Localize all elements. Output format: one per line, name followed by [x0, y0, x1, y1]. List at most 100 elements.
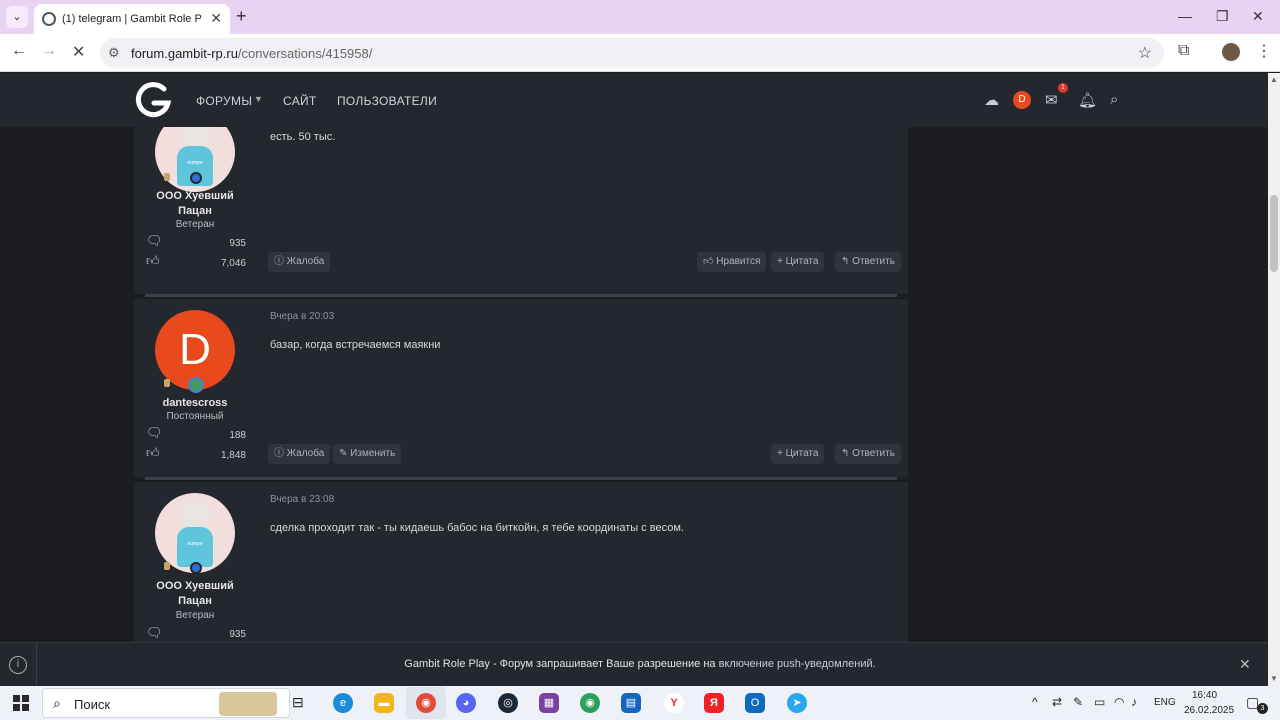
message: numpe ООО Хуевший Пацан Ветеран 🗨︎ 935 Вч… [134, 482, 908, 642]
reply-button[interactable]: ↰ Ответить [835, 252, 901, 272]
address-bar[interactable]: ⚙ forum.gambit-rp.ru/conversations/41595… [100, 38, 1164, 68]
winrar-icon[interactable]: ▦ [539, 693, 559, 713]
tray-app-icon[interactable]: ⇄ [1052, 695, 1062, 709]
likes-icon: 👍︎ [146, 253, 160, 268]
shield-badge-icon [190, 172, 202, 184]
clock-time[interactable]: 16:40 [1192, 690, 1217, 701]
site-info-icon[interactable]: ⚙ [108, 45, 120, 61]
username[interactable]: ООО Хуевший Пацан [155, 189, 235, 219]
clock-date[interactable]: 26.02.2025 [1184, 705, 1234, 716]
nav-site[interactable]: САЙТ [283, 94, 317, 108]
browser-tab[interactable]: (1) telegram | Gambit Role Play ✕ [34, 4, 230, 34]
volume-icon[interactable]: ♪ [1131, 695, 1137, 709]
edit-button[interactable]: ✎ Изменить [333, 444, 402, 464]
browser-menu-icon[interactable]: ⋮ [1256, 41, 1272, 61]
likes-icon: 👍︎ [146, 445, 160, 460]
user-title: Постоянный [166, 411, 224, 422]
wifi-icon[interactable]: ◠ [1114, 695, 1124, 709]
cat-avatar[interactable]: numpe [155, 493, 235, 573]
search-icon[interactable]: ⌕ [1110, 91, 1118, 108]
taskbar-search[interactable]: ⌕ Поиск [42, 688, 290, 718]
cloud-icon[interactable]: ☁ [984, 91, 999, 109]
search-placeholder: Поиск [74, 697, 111, 712]
store-icon[interactable]: ▤ [621, 693, 641, 713]
chrome-icon[interactable]: ◉ [416, 693, 436, 713]
notifications-count: 3 [1257, 703, 1268, 714]
verified-badge-icon [188, 377, 204, 393]
like-button[interactable]: 👍︎ Нравится [697, 252, 767, 272]
back-icon[interactable]: ← [11, 42, 27, 60]
pin-icon [164, 173, 170, 181]
forums-dropdown-caret-icon[interactable]: ▼ [254, 94, 263, 104]
bell-icon[interactable]: 🔔︎ [1078, 91, 1097, 109]
shield-badge-icon [190, 562, 202, 574]
messages-count: 935 [229, 629, 246, 640]
windows-start-icon[interactable] [13, 695, 29, 711]
message-text: сделка проходит так - ты кидаешь бабос н… [270, 522, 684, 534]
scrollbar-thumb[interactable] [1270, 195, 1278, 272]
profile-avatar[interactable] [1222, 43, 1240, 61]
nav-users[interactable]: ПОЛЬЗОВАТЕЛИ [337, 94, 437, 108]
bookmark-star-icon[interactable]: ☆ [1138, 43, 1152, 63]
browser-toolbar: ← → ✕ ⚙ forum.gambit-rp.ru/conversations… [0, 34, 1280, 72]
task-view-icon[interactable]: ⊟ [292, 694, 304, 711]
scroll-down-arrow-icon[interactable]: ▼ [1270, 674, 1278, 683]
maximize-icon[interactable]: ❐ [1216, 8, 1229, 25]
messages-count-icon: 🗨︎ [146, 425, 163, 440]
username[interactable]: ООО Хуевший Пацан [155, 579, 235, 609]
messages-count-icon: 🗨︎ [146, 233, 163, 248]
forward-icon[interactable]: → [41, 42, 57, 60]
discord-icon[interactable]: ◕ [456, 693, 476, 713]
scroll-up-arrow-icon[interactable]: ▲ [1270, 75, 1278, 84]
user-avatar[interactable]: D [1013, 91, 1031, 109]
message-text: базар, когда встречаемся маякни [270, 339, 441, 351]
url-text: forum.gambit-rp.ru/conversations/415958/ [131, 46, 373, 61]
tab-close-icon[interactable]: ✕ [210, 10, 222, 27]
messages-count: 935 [229, 238, 246, 249]
window-close-icon[interactable]: ✕ [1252, 8, 1264, 25]
user-title: Ветеран [175, 610, 215, 621]
extensions-icon[interactable]: ⧉ [1178, 42, 1189, 60]
tab-title: (1) telegram | Gambit Role Play [62, 13, 202, 25]
push-banner-text: Gambit Role Play - Форум запрашивает Ваш… [404, 658, 876, 670]
banner-close-icon[interactable]: ✕ [1239, 656, 1251, 673]
mail-icon[interactable]: ✉ [1045, 91, 1058, 109]
likes-count: 1,848 [220, 450, 246, 461]
quote-button[interactable]: + Цитата [771, 252, 825, 272]
conversation-messages: numpe ООО Хуевший Пацан Ветеран 🗨︎ 935 👍︎… [134, 127, 908, 642]
yandex-browser-icon[interactable]: Y [664, 693, 684, 713]
reply-button[interactable]: ↰ Ответить [835, 444, 901, 464]
language-indicator[interactable]: ENG [1154, 697, 1176, 708]
gambit-logo[interactable] [134, 81, 172, 119]
file-explorer-icon[interactable]: ▬ [374, 693, 394, 713]
battery-icon[interactable]: ▭ [1094, 695, 1105, 709]
quote-button[interactable]: + Цитата [771, 444, 825, 464]
search-icon: ⌕ [53, 695, 61, 711]
message: D dantescross Постоянный 🗨︎ 188 👍︎ 1,848… [134, 299, 908, 477]
page-scrollbar[interactable] [1268, 73, 1280, 686]
nav-forums[interactable]: ФОРУМЫ [196, 94, 252, 108]
message-time[interactable]: Вчера в 20:03 [270, 311, 334, 322]
minimize-icon[interactable]: — [1178, 8, 1192, 24]
tray-pen-icon[interactable]: ✎ [1073, 695, 1083, 709]
telegram-icon[interactable]: ➤ [787, 693, 807, 713]
mail-badge: 1 [1058, 83, 1068, 93]
windows-taskbar: ⌕ Поиск ⊟ e ▬ ◉ ◕ ◎ ▦ ◉ ▤ Y Я O ➤ ^ ⇄ ✎ … [0, 686, 1280, 720]
tab-search-chevron-icon[interactable]: ⌄ [6, 6, 28, 28]
enable-push-link[interactable]: включение push-уведомлений. [719, 658, 876, 670]
tray-overflow-icon[interactable]: ^ [1032, 695, 1038, 709]
message-separator [145, 477, 897, 480]
message-time[interactable]: Вчера в 23:08 [270, 494, 334, 505]
stop-loading-icon[interactable]: ✕ [72, 42, 85, 62]
report-button[interactable]: ⓘ Жалоба [268, 444, 331, 464]
chrome-profile-icon[interactable]: ◉ [580, 693, 600, 713]
steam-icon[interactable]: ◎ [498, 693, 518, 713]
new-tab-button[interactable]: + [236, 6, 247, 27]
messages-count: 188 [229, 430, 246, 441]
outlook-icon[interactable]: O [745, 693, 765, 713]
username[interactable]: dantescross [155, 396, 235, 411]
edge-icon[interactable]: e [333, 693, 353, 713]
report-button[interactable]: ⓘ Жалоба [268, 252, 331, 272]
messages-count-icon: 🗨︎ [146, 625, 163, 640]
yandex-icon[interactable]: Я [704, 693, 724, 713]
